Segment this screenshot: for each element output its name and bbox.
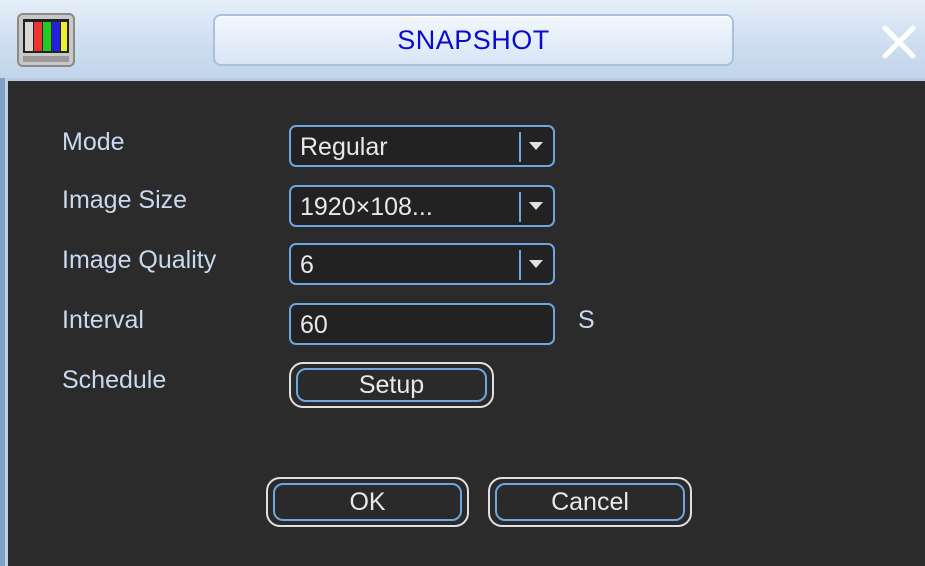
- title-bar: SNAPSHOT: [0, 0, 925, 81]
- image-quality-value: 6: [300, 251, 314, 279]
- dropdown-separator: [519, 132, 521, 162]
- chevron-down-icon[interactable]: [529, 260, 543, 268]
- setup-button[interactable]: Setup: [289, 362, 494, 408]
- dropdown-separator: [519, 250, 521, 280]
- setup-button-label: Setup: [358, 371, 425, 399]
- mode-dropdown[interactable]: Regular: [289, 125, 555, 167]
- mode-value: Regular: [300, 133, 388, 161]
- chevron-down-icon[interactable]: [529, 202, 543, 210]
- cancel-button[interactable]: Cancel: [488, 477, 692, 527]
- window-title: SNAPSHOT: [397, 25, 550, 55]
- image-size-dropdown[interactable]: 1920×108...: [289, 185, 555, 227]
- ok-button-label: OK: [349, 488, 386, 516]
- interval-value: 60: [300, 311, 328, 339]
- interval-input[interactable]: 60: [289, 303, 555, 345]
- chevron-down-icon[interactable]: [529, 142, 543, 150]
- close-icon[interactable]: [880, 22, 918, 62]
- cancel-button-label: Cancel: [551, 488, 629, 516]
- image-size-label: Image Size: [62, 186, 188, 214]
- ok-button[interactable]: OK: [266, 477, 469, 527]
- dropdown-separator: [519, 192, 521, 222]
- image-quality-label: Image Quality: [62, 246, 217, 274]
- image-quality-dropdown[interactable]: 6: [289, 243, 555, 285]
- interval-unit: S: [578, 306, 595, 334]
- schedule-label: Schedule: [62, 366, 167, 394]
- snapshot-dialog: SNAPSHOT Mode Regular Image Size 1920×10…: [0, 0, 925, 566]
- mode-label: Mode: [62, 128, 125, 156]
- color-bars-icon: [17, 13, 75, 67]
- window-left-border: [0, 78, 8, 566]
- interval-label: Interval: [62, 306, 144, 334]
- image-size-value: 1920×108...: [300, 193, 433, 221]
